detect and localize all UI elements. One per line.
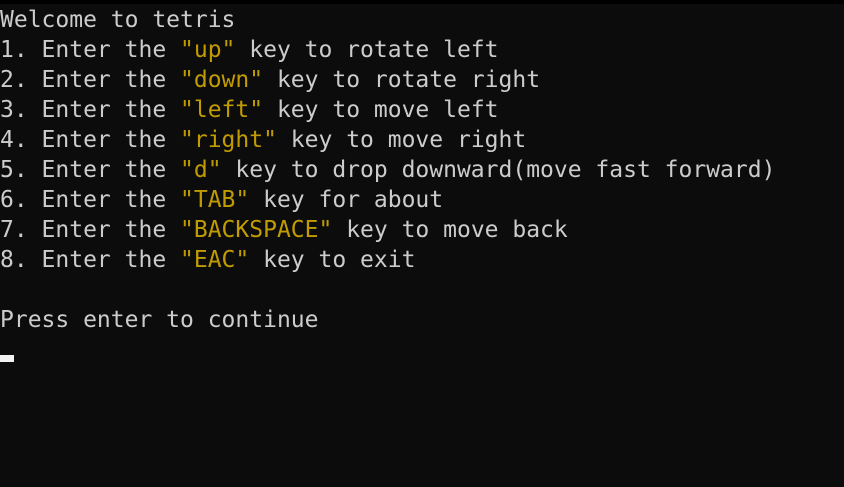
instruction-line-6: 6. Enter the "TAB" key for about — [0, 185, 775, 215]
instruction-prefix: 3. Enter the — [0, 97, 181, 123]
instruction-suffix: key to rotate left — [235, 37, 499, 63]
instruction-key: "d" — [180, 157, 222, 183]
instruction-prefix: 8. Enter the — [0, 247, 181, 273]
instruction-line-1: 1. Enter the "up" key to rotate left — [0, 35, 775, 65]
text-cursor — [0, 355, 14, 362]
instruction-prefix: 2. Enter the — [0, 67, 181, 93]
instruction-line-2: 2. Enter the "down" key to rotate right — [0, 65, 775, 95]
welcome-title: Welcome to tetris — [0, 7, 236, 33]
instruction-suffix: key to exit — [249, 247, 416, 273]
instruction-prefix: 1. Enter the — [0, 37, 181, 63]
instruction-prefix: 6. Enter the — [0, 187, 181, 213]
instruction-suffix: key for about — [249, 187, 444, 213]
instruction-line-5: 5. Enter the "d" key to drop downward(mo… — [0, 155, 775, 185]
continue-prompt: Press enter to continue — [0, 307, 319, 333]
instruction-prefix: 4. Enter the — [0, 127, 181, 153]
console-window[interactable]: Welcome to tetris 1. Enter the "up" key … — [0, 0, 844, 487]
instruction-line-4: 4. Enter the "right" key to move right — [0, 125, 775, 155]
instruction-key: "left" — [180, 97, 264, 123]
instruction-suffix: key to drop downward(move fast forward) — [221, 157, 776, 183]
instruction-key: "down" — [180, 67, 264, 93]
instruction-key: "EAC" — [180, 247, 250, 273]
instruction-suffix: key to move back — [332, 217, 568, 243]
instruction-prefix: 5. Enter the — [0, 157, 181, 183]
instruction-line-8: 8. Enter the "EAC" key to exit — [0, 245, 775, 275]
instruction-line-3: 3. Enter the "left" key to move left — [0, 95, 775, 125]
instruction-suffix: key to move left — [263, 97, 499, 123]
instruction-prefix: 7. Enter the — [0, 217, 181, 243]
instruction-key: "BACKSPACE" — [180, 217, 333, 243]
instruction-key: "up" — [180, 37, 236, 63]
instruction-suffix: key to rotate right — [263, 67, 541, 93]
instruction-line-7: 7. Enter the "BACKSPACE" key to move bac… — [0, 215, 775, 245]
instruction-key: "right" — [180, 127, 277, 153]
instruction-key: "TAB" — [180, 187, 250, 213]
instruction-suffix: key to move right — [276, 127, 527, 153]
console-output: Welcome to tetris 1. Enter the "up" key … — [0, 5, 775, 335]
